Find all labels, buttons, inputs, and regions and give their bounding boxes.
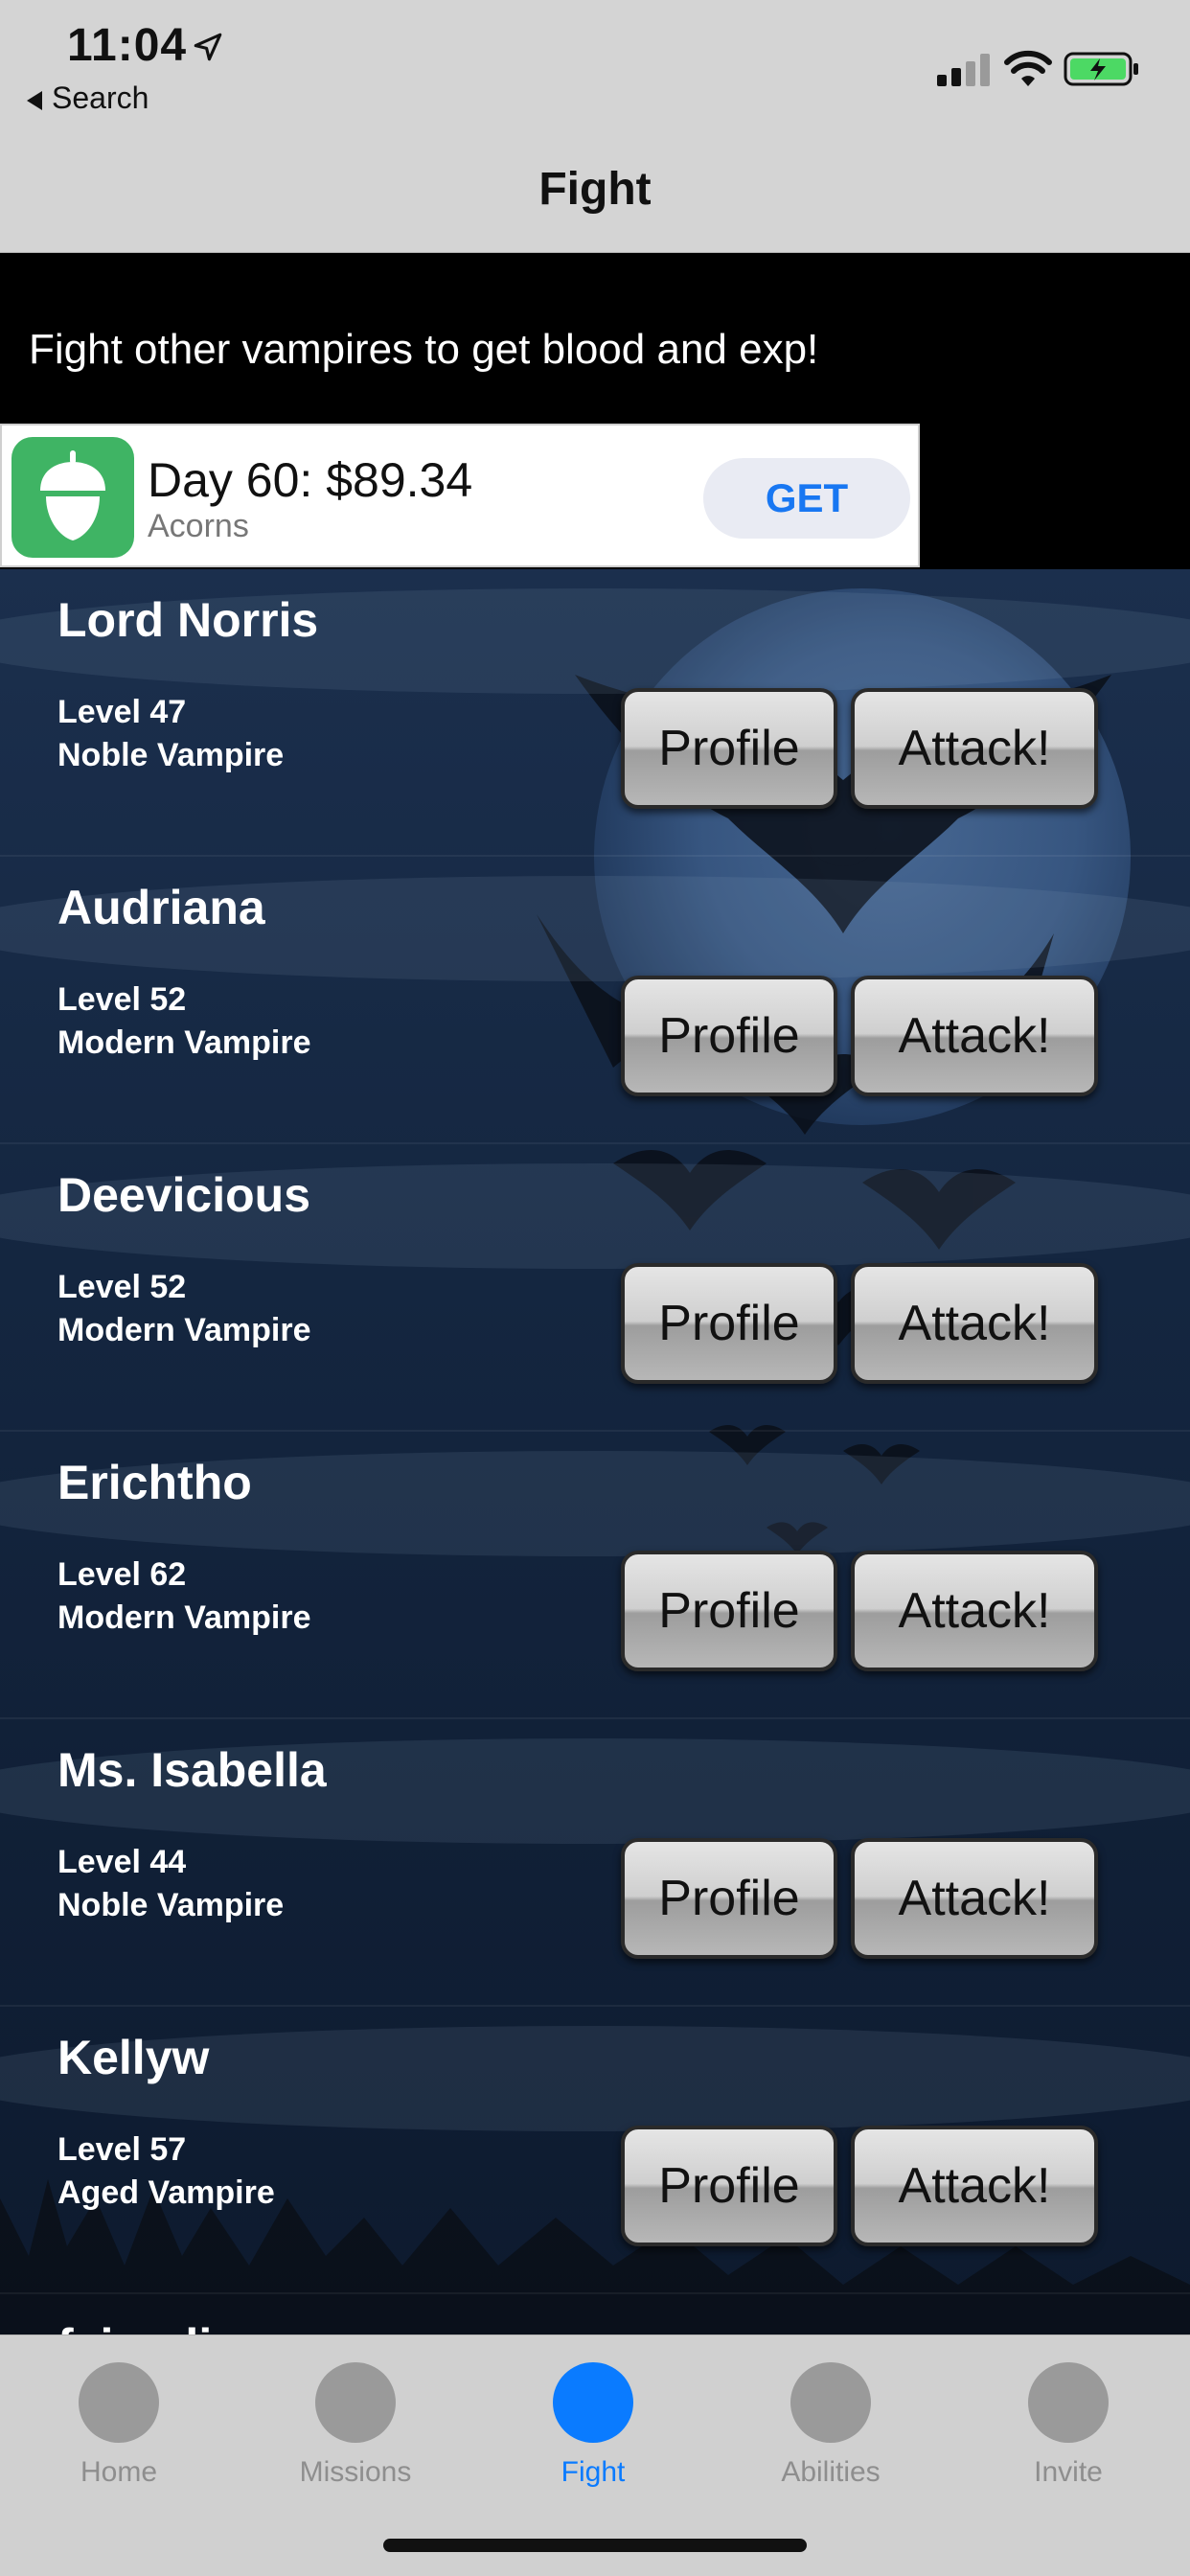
fighter-name: Kellyw — [57, 2031, 210, 2084]
ad-banner[interactable]: Day 60: $89.34 Acorns GET — [0, 424, 920, 567]
fighter-row: Ms. Isabella Level 44 Noble Vampire Prof… — [0, 1719, 1190, 2007]
fighter-level: Level 47 — [57, 694, 187, 730]
acorn-icon — [11, 437, 134, 558]
fighter-row: Erichtho Level 62 Modern Vampire Profile… — [0, 1432, 1190, 1719]
fight-tab-icon — [553, 2362, 633, 2443]
profile-button[interactable]: Profile — [621, 976, 837, 1096]
tab-home[interactable]: Home — [23, 2349, 215, 2493]
fighter-name: Audriana — [57, 881, 265, 934]
fighter-level: Level 62 — [57, 1556, 187, 1593]
back-to-search-button[interactable]: Search — [27, 80, 149, 116]
profile-button[interactable]: Profile — [621, 1263, 837, 1384]
fighter-type: Noble Vampire — [57, 737, 285, 773]
tab-abilities[interactable]: Abilities — [735, 2349, 927, 2493]
tab-label: Abilities — [781, 2456, 881, 2488]
attack-button[interactable]: Attack! — [851, 1838, 1098, 1959]
profile-button[interactable]: Profile — [621, 1838, 837, 1959]
fighter-row: Kellyw Level 57 Aged Vampire Profile Att… — [0, 2007, 1190, 2294]
fighter-name: Lord Norris — [57, 593, 319, 647]
home-indicator[interactable] — [383, 2539, 807, 2552]
tab-label: Home — [80, 2456, 158, 2488]
tab-label: Fight — [561, 2456, 626, 2488]
profile-button[interactable]: Profile — [621, 688, 837, 809]
attack-button[interactable]: Attack! — [851, 2126, 1098, 2246]
fighter-level: Level 44 — [57, 1844, 187, 1880]
attack-button[interactable]: Attack! — [851, 976, 1098, 1096]
profile-button[interactable]: Profile — [621, 1551, 837, 1671]
signal-icon — [937, 54, 990, 86]
back-search-label: Search — [52, 80, 149, 115]
fighter-type: Modern Vampire — [57, 1599, 311, 1636]
invite-tab-icon — [1028, 2362, 1109, 2443]
fighter-name: Deevicious — [57, 1168, 311, 1222]
navigation-bar: Fight — [0, 125, 1190, 253]
ad-subtitle: Acorns — [148, 508, 249, 544]
fighter-row: Lord Norris Level 47 Noble Vampire Profi… — [0, 569, 1190, 857]
fighter-type: Modern Vampire — [57, 1024, 311, 1061]
ad-title: Day 60: $89.34 — [148, 453, 473, 507]
attack-button[interactable]: Attack! — [851, 1263, 1098, 1384]
tab-fight[interactable]: Fight — [497, 2349, 689, 2493]
fighter-type: Modern Vampire — [57, 1312, 311, 1348]
ad-get-button[interactable]: GET — [703, 458, 910, 539]
fighter-type: Noble Vampire — [57, 1887, 285, 1923]
fighter-level: Level 52 — [57, 1269, 187, 1305]
battery-charging-icon — [1064, 52, 1138, 86]
fighter-level: Level 52 — [57, 981, 187, 1018]
page-title: Fight — [538, 164, 652, 215]
tab-invite[interactable]: Invite — [973, 2349, 1164, 2493]
fighter-type: Aged Vampire — [57, 2174, 275, 2211]
attack-button[interactable]: Attack! — [851, 688, 1098, 809]
wifi-icon — [1004, 50, 1052, 86]
location-arrow-icon — [194, 33, 222, 61]
status-time: 11:04 — [67, 20, 188, 71]
status-bar: 11:04 Search — [0, 0, 1190, 125]
tab-label: Invite — [1034, 2456, 1103, 2488]
fighter-list[interactable]: Lord Norris Level 47 Noble Vampire Profi… — [0, 569, 1190, 2334]
missions-tab-icon — [315, 2362, 396, 2443]
fighter-name: Erichtho — [57, 1456, 252, 1509]
fighter-level: Level 57 — [57, 2131, 187, 2168]
fighter-name-partial: fairyalia — [57, 2318, 239, 2334]
back-chevron-icon — [27, 90, 42, 110]
intro-text: Fight other vampires to get blood and ex… — [29, 326, 819, 373]
tab-label: Missions — [299, 2456, 412, 2488]
fighter-row: Deevicious Level 52 Modern Vampire Profi… — [0, 1144, 1190, 1432]
abilities-tab-icon — [790, 2362, 871, 2443]
tab-missions[interactable]: Missions — [260, 2349, 451, 2493]
app-screen: 11:04 Search Fight Fight other vampires … — [0, 0, 1190, 2576]
home-tab-icon — [79, 2362, 159, 2443]
profile-button[interactable]: Profile — [621, 2126, 837, 2246]
tab-bar: Home Missions Fight Abilities Invite — [0, 2334, 1190, 2576]
attack-button[interactable]: Attack! — [851, 1551, 1098, 1671]
fighter-row: Audriana Level 52 Modern Vampire Profile… — [0, 857, 1190, 1144]
fighter-name: Ms. Isabella — [57, 1743, 327, 1797]
